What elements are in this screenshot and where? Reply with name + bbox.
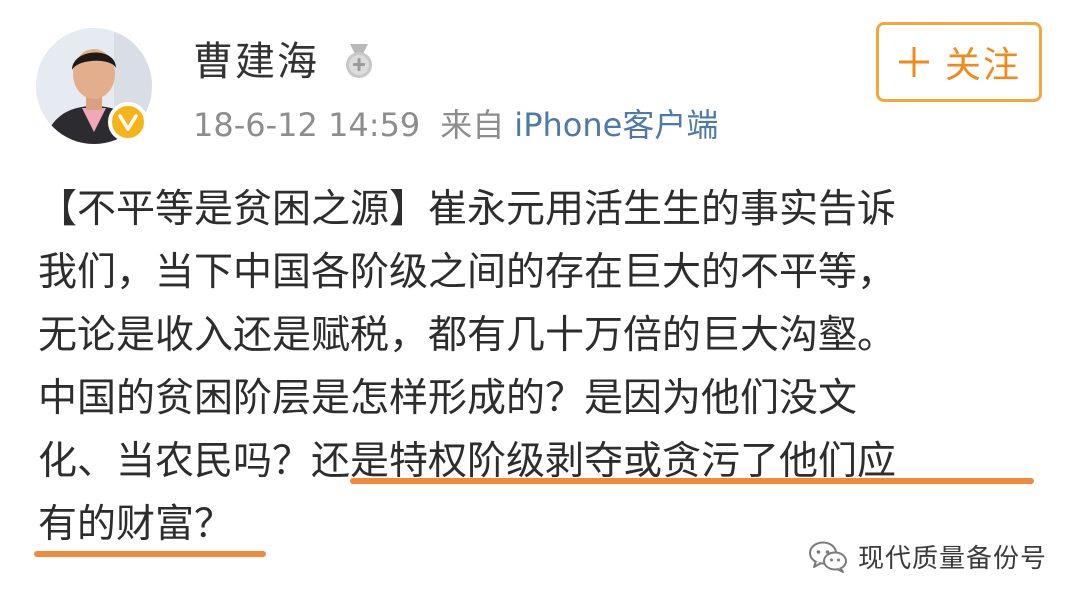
watermark-text: 现代质量备份号 [858, 544, 1048, 574]
post-body: 【不平等是贫困之源】崔永元用活生生的事实告诉 我们，当下中国各阶级之间的存在巨大… [38, 178, 1048, 556]
post-timestamp: 18-6-12 14:59 [193, 106, 421, 144]
post-meta: 18-6-12 14:59 来自 iPhone客户端 [193, 104, 718, 146]
medal-icon[interactable] [340, 42, 378, 80]
highlight-underline [34, 551, 266, 557]
user-name[interactable]: 曹建海 [193, 36, 319, 88]
post-text-line: 无论是收入还是赋税，都有几十万倍的巨大沟壑。 [38, 313, 897, 358]
follow-button[interactable]: 关注 [876, 22, 1042, 102]
source-link[interactable]: iPhone客户端 [514, 106, 718, 144]
follow-label: 关注 [944, 45, 1021, 86]
post-text-line: 我们，当下中国各阶级之间的存在巨大的不平等， [38, 250, 897, 295]
verified-badge-icon [108, 102, 148, 142]
post-text-line: 【不平等是贫困之源】崔永元用活生生的事实告诉 [38, 187, 897, 232]
wechat-icon [809, 541, 847, 573]
watermark: 现代质量备份号 [808, 538, 1047, 575]
plus-icon [898, 47, 929, 77]
highlight-underline [350, 478, 1034, 484]
source-prefix: 来自 [440, 106, 505, 144]
post-text-line: 中国的贫困阶层是怎样形成的？是因为他们没文 [38, 376, 858, 421]
